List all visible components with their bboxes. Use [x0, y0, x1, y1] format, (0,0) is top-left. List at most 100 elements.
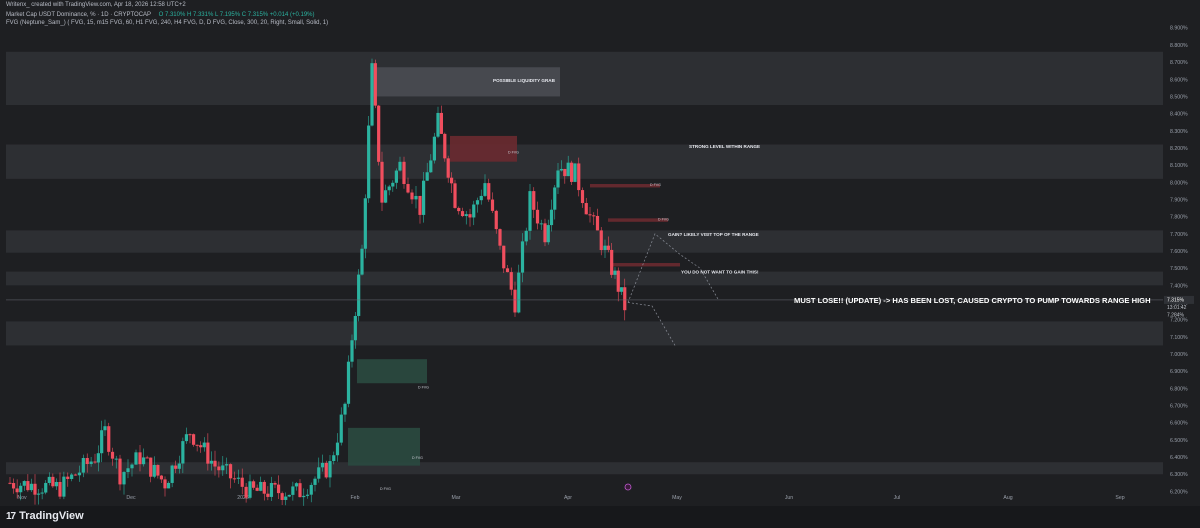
candle-body — [556, 170, 560, 188]
candle-body — [603, 245, 607, 251]
candle-body — [429, 160, 433, 173]
candle-body — [422, 180, 426, 215]
x-tick-label: May — [672, 495, 682, 501]
candle-body — [524, 230, 528, 242]
candle-body — [138, 452, 142, 465]
candle-body — [391, 182, 395, 187]
candle-body — [439, 112, 443, 134]
candle-body — [539, 223, 543, 225]
candle-body — [181, 441, 185, 464]
indicator-legend[interactable]: FVG (Neptune_Sam_) ( FVG, 15, m15 FVG, 6… — [6, 20, 328, 26]
y-tick-label: 8.900% — [1170, 26, 1188, 32]
x-tick-label: Jul — [894, 495, 901, 501]
candle-body — [432, 136, 436, 161]
candle-body — [244, 486, 248, 498]
y-tick-label: 6.600% — [1170, 421, 1188, 427]
candle-body — [373, 63, 377, 106]
candle-body — [616, 270, 620, 292]
candle-body — [255, 487, 259, 491]
candle-body — [302, 495, 306, 498]
y-tick-label: 7.400% — [1170, 283, 1188, 289]
candle-body — [232, 478, 237, 480]
candle-body — [592, 215, 596, 217]
tradingview-logo-text: TradingView — [19, 510, 84, 522]
candle-body — [209, 460, 214, 464]
candle-body — [353, 315, 357, 341]
candle-body — [305, 494, 310, 496]
candle-body — [134, 452, 138, 465]
candle-body — [313, 478, 317, 485]
candle-body — [377, 105, 381, 162]
candle-body — [570, 162, 574, 182]
x-tick-label: Dec — [126, 495, 136, 501]
candle-body — [509, 272, 513, 290]
candle-body — [468, 214, 472, 218]
candle-body — [370, 63, 374, 126]
x-tick-label: Aug — [1003, 495, 1012, 501]
candle-body — [410, 192, 414, 200]
candle-body — [464, 214, 468, 217]
candle-body — [262, 481, 266, 494]
candle-body — [103, 426, 107, 431]
fvg-label: D FVG — [380, 487, 391, 491]
candle-body — [188, 434, 192, 436]
candle-body — [367, 125, 371, 199]
candle-body — [535, 209, 540, 224]
candle-body — [394, 170, 398, 183]
candle-body — [81, 457, 85, 473]
candle-body — [291, 486, 295, 495]
candle-body — [22, 481, 26, 486]
candle-body — [166, 482, 171, 489]
y-tick-label: 6.700% — [1170, 404, 1188, 410]
candle-body — [130, 464, 134, 469]
candle-body — [122, 472, 126, 485]
candle-body — [159, 475, 164, 480]
x-tick-label: Mar — [452, 495, 461, 501]
candle-body — [460, 211, 465, 217]
candle-body — [107, 426, 111, 452]
candle-body — [149, 457, 153, 477]
candle-body — [66, 476, 70, 479]
y-tick-label: 8.000% — [1170, 180, 1188, 186]
candle-body — [343, 403, 347, 415]
candle-body — [126, 468, 130, 473]
candle-body — [206, 442, 210, 464]
candle-body — [577, 163, 581, 191]
y-tick-label: 8.500% — [1170, 94, 1188, 100]
candle-body — [606, 245, 610, 250]
candle-body — [11, 483, 16, 489]
candle-body — [513, 289, 517, 313]
candle-body — [543, 223, 547, 243]
y-tick-label: 7.600% — [1170, 249, 1188, 255]
x-tick-label: Nov — [17, 495, 27, 501]
candle-body — [517, 272, 521, 313]
annotation-dont-gain: YOU DO NOT WANT TO GAIN THIS! — [681, 270, 759, 275]
candle-body — [217, 466, 221, 471]
candle-body — [619, 287, 624, 292]
candle-body — [26, 481, 30, 491]
x-tick-label: Jun — [785, 495, 793, 501]
candle-body — [110, 451, 115, 459]
candle-body — [33, 483, 37, 495]
candle-body — [287, 494, 291, 497]
last-price-tag: 7.315% — [1167, 298, 1185, 304]
y-tick-label: 6.300% — [1170, 472, 1188, 478]
fvg-box-green — [357, 359, 427, 384]
candle-body — [156, 464, 160, 476]
candle-body — [141, 457, 146, 465]
candle-body — [479, 195, 483, 201]
candle-body — [453, 183, 457, 208]
candle-body — [202, 442, 206, 448]
candle-body — [346, 361, 351, 404]
x-tick-label: Apr — [564, 495, 572, 501]
y-tick-label: 7.900% — [1170, 197, 1188, 203]
y-tick-label: 6.800% — [1170, 386, 1188, 392]
candle-body — [502, 245, 506, 269]
y-tick-label: 8.200% — [1170, 146, 1188, 152]
candle-body — [446, 158, 450, 178]
candle-body — [54, 481, 59, 487]
candle-body — [584, 203, 588, 215]
y-tick-label: 7.200% — [1170, 318, 1188, 324]
candle-body — [559, 168, 563, 171]
candlestick-chart[interactable]: 8.900% 8.800% 8.700% 8.600% 8.500% 8.400% 8.30… — [0, 0, 1200, 528]
